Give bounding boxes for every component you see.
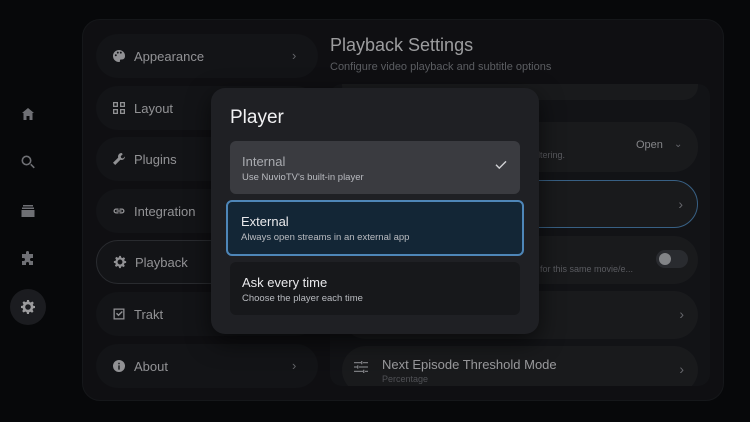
option-title: Internal	[242, 154, 286, 169]
player-dialog: Player Internal Use NuvioTV's built-in p…	[211, 88, 539, 334]
option-title: Ask every time	[242, 275, 328, 290]
option-desc: Use NuvioTV's built-in player	[242, 172, 364, 183]
option-desc: Always open streams in an external app	[241, 232, 410, 243]
option-internal[interactable]: Internal Use NuvioTV's built-in player	[230, 141, 520, 194]
option-title: External	[241, 214, 289, 229]
check-icon	[494, 158, 508, 172]
option-ask-every-time[interactable]: Ask every time Choose the player each ti…	[230, 262, 520, 315]
option-desc: Choose the player each time	[242, 293, 363, 304]
option-external[interactable]: External Always open streams in an exter…	[226, 200, 524, 256]
dialog-title: Player	[230, 107, 284, 128]
